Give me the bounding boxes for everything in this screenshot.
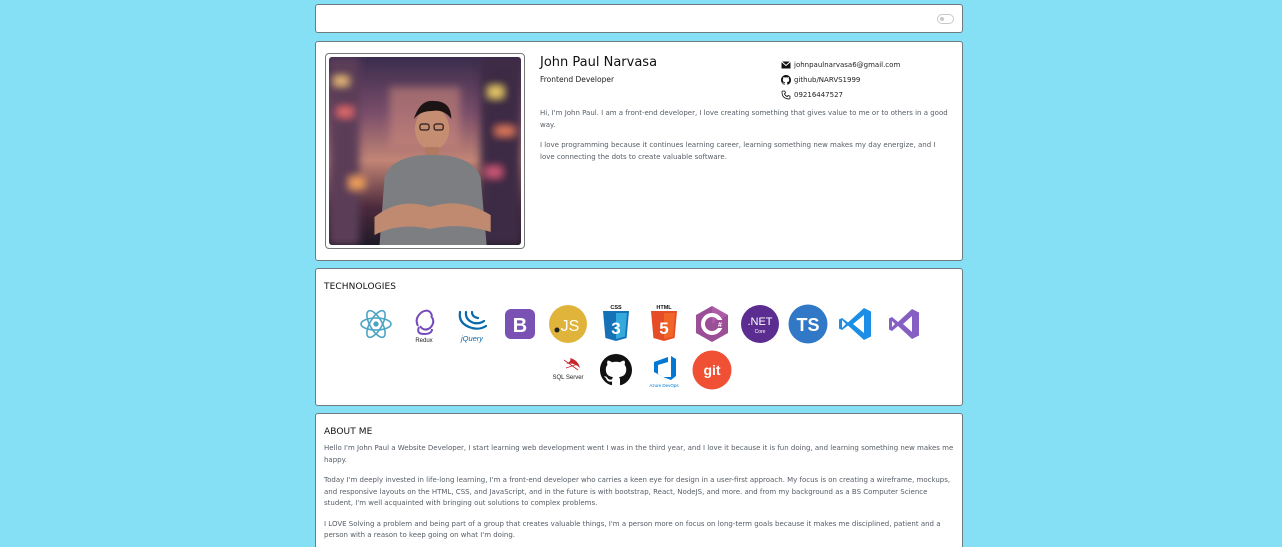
tech-javascript: JS xyxy=(544,301,592,347)
mail-icon xyxy=(781,60,791,70)
theme-toggle[interactable] xyxy=(937,14,954,24)
bio-paragraph: I love programming because it continues … xyxy=(540,141,936,161)
phone-icon xyxy=(781,90,791,100)
tech-visual-studio xyxy=(880,301,928,347)
dotnet-core-icon: .NET Core xyxy=(741,305,779,343)
tech-sql-server: SQL Server xyxy=(544,347,592,393)
svg-text:TS: TS xyxy=(796,315,819,335)
visual-studio-icon xyxy=(889,309,919,339)
tech-redux: Redux xyxy=(400,301,448,347)
csharp-icon: # xyxy=(696,306,728,342)
tech-github xyxy=(592,347,640,393)
contact-phone[interactable]: 09216447527 xyxy=(781,87,900,102)
typescript-icon: TS xyxy=(788,304,828,344)
svg-text:jQuery: jQuery xyxy=(460,334,484,343)
about-title: ABOUT ME xyxy=(324,427,373,437)
about-card: ABOUT ME Hello I'm John Paul a Website D… xyxy=(315,413,963,547)
svg-text:5: 5 xyxy=(659,319,668,338)
github-icon xyxy=(781,74,791,85)
vscode-icon xyxy=(839,308,871,340)
technologies-card: TECHNOLOGIES Redux jQuery B JS CSS 3 HTM… xyxy=(315,268,963,406)
redux-icon: Redux xyxy=(415,309,435,344)
about-paragraph: I LOVE Solving a problem and being part … xyxy=(324,519,941,540)
contact-github-text: github/NARVS1999 xyxy=(794,75,861,84)
about-paragraph: Today I'm deeply invested in life-long l… xyxy=(324,476,951,507)
technologies-title: TECHNOLOGIES xyxy=(324,282,397,292)
svg-text:Redux: Redux xyxy=(415,338,432,344)
tech-vscode xyxy=(832,301,880,347)
about-paragraph: Hello I'm John Paul a Website Developer,… xyxy=(324,444,954,464)
html5-icon: HTML 5 xyxy=(651,305,677,341)
sql-server-icon: SQL Server xyxy=(552,358,584,381)
tech-css3: CSS 3 xyxy=(592,301,640,347)
tech-typescript: TS xyxy=(784,301,832,347)
github-icon xyxy=(600,354,632,386)
svg-text:SQL Server: SQL Server xyxy=(552,375,583,381)
profile-photo xyxy=(329,57,521,245)
bio-paragraph: Hi, I'm John Paul. I am a front-end deve… xyxy=(540,109,948,129)
tech-html5: HTML 5 xyxy=(640,301,688,347)
tech-bootstrap: B xyxy=(496,301,544,347)
git-icon: git xyxy=(692,350,732,390)
tech-git: git xyxy=(688,347,736,393)
profile-card: John Paul Narvasa Frontend Developer joh… xyxy=(315,41,963,261)
tech-react xyxy=(352,301,400,347)
azure-devops-icon: Azure DevOps xyxy=(649,356,679,388)
svg-text:.NET: .NET xyxy=(747,316,772,328)
profile-bio: Hi, I'm John Paul. I am a front-end deve… xyxy=(540,108,952,172)
svg-text:Azure DevOps: Azure DevOps xyxy=(649,383,679,388)
contact-github[interactable]: github/NARVS1999 xyxy=(781,72,900,87)
profile-name: John Paul Narvasa xyxy=(540,55,658,70)
svg-text:git: git xyxy=(703,362,720,378)
tech-jquery: jQuery xyxy=(448,301,496,347)
svg-text:HTML: HTML xyxy=(656,305,672,311)
contact-email-text: johnpaulnarvasa6@gmail.com xyxy=(794,60,901,69)
jquery-icon: jQuery xyxy=(458,310,488,343)
javascript-icon: JS xyxy=(549,305,587,343)
tech-dotnet-core: .NET Core xyxy=(736,301,784,347)
react-icon xyxy=(360,309,392,339)
profile-role: Frontend Developer xyxy=(540,75,615,84)
profile-photo-frame xyxy=(325,53,525,249)
technologies-grid: Redux jQuery B JS CSS 3 HTML 5 # .NET Co… xyxy=(330,301,950,393)
svg-text:#: # xyxy=(718,322,722,329)
svg-text:JS: JS xyxy=(561,318,580,335)
svg-text:B: B xyxy=(513,315,527,337)
svg-text:CSS: CSS xyxy=(610,305,622,311)
contact-phone-text: 09216447527 xyxy=(794,90,843,99)
contact-email[interactable]: johnpaulnarvasa6@gmail.com xyxy=(781,57,900,72)
top-bar xyxy=(315,4,963,33)
bootstrap-icon: B xyxy=(505,309,535,339)
contact-list: johnpaulnarvasa6@gmail.com github/NARVS1… xyxy=(781,57,900,102)
tech-csharp: # xyxy=(688,301,736,347)
svg-text:Core: Core xyxy=(755,329,766,335)
about-body: Hello I'm John Paul a Website Developer,… xyxy=(324,443,956,547)
tech-azure-devops: Azure DevOps xyxy=(640,347,688,393)
svg-text:3: 3 xyxy=(611,319,620,338)
css3-icon: CSS 3 xyxy=(603,305,629,341)
